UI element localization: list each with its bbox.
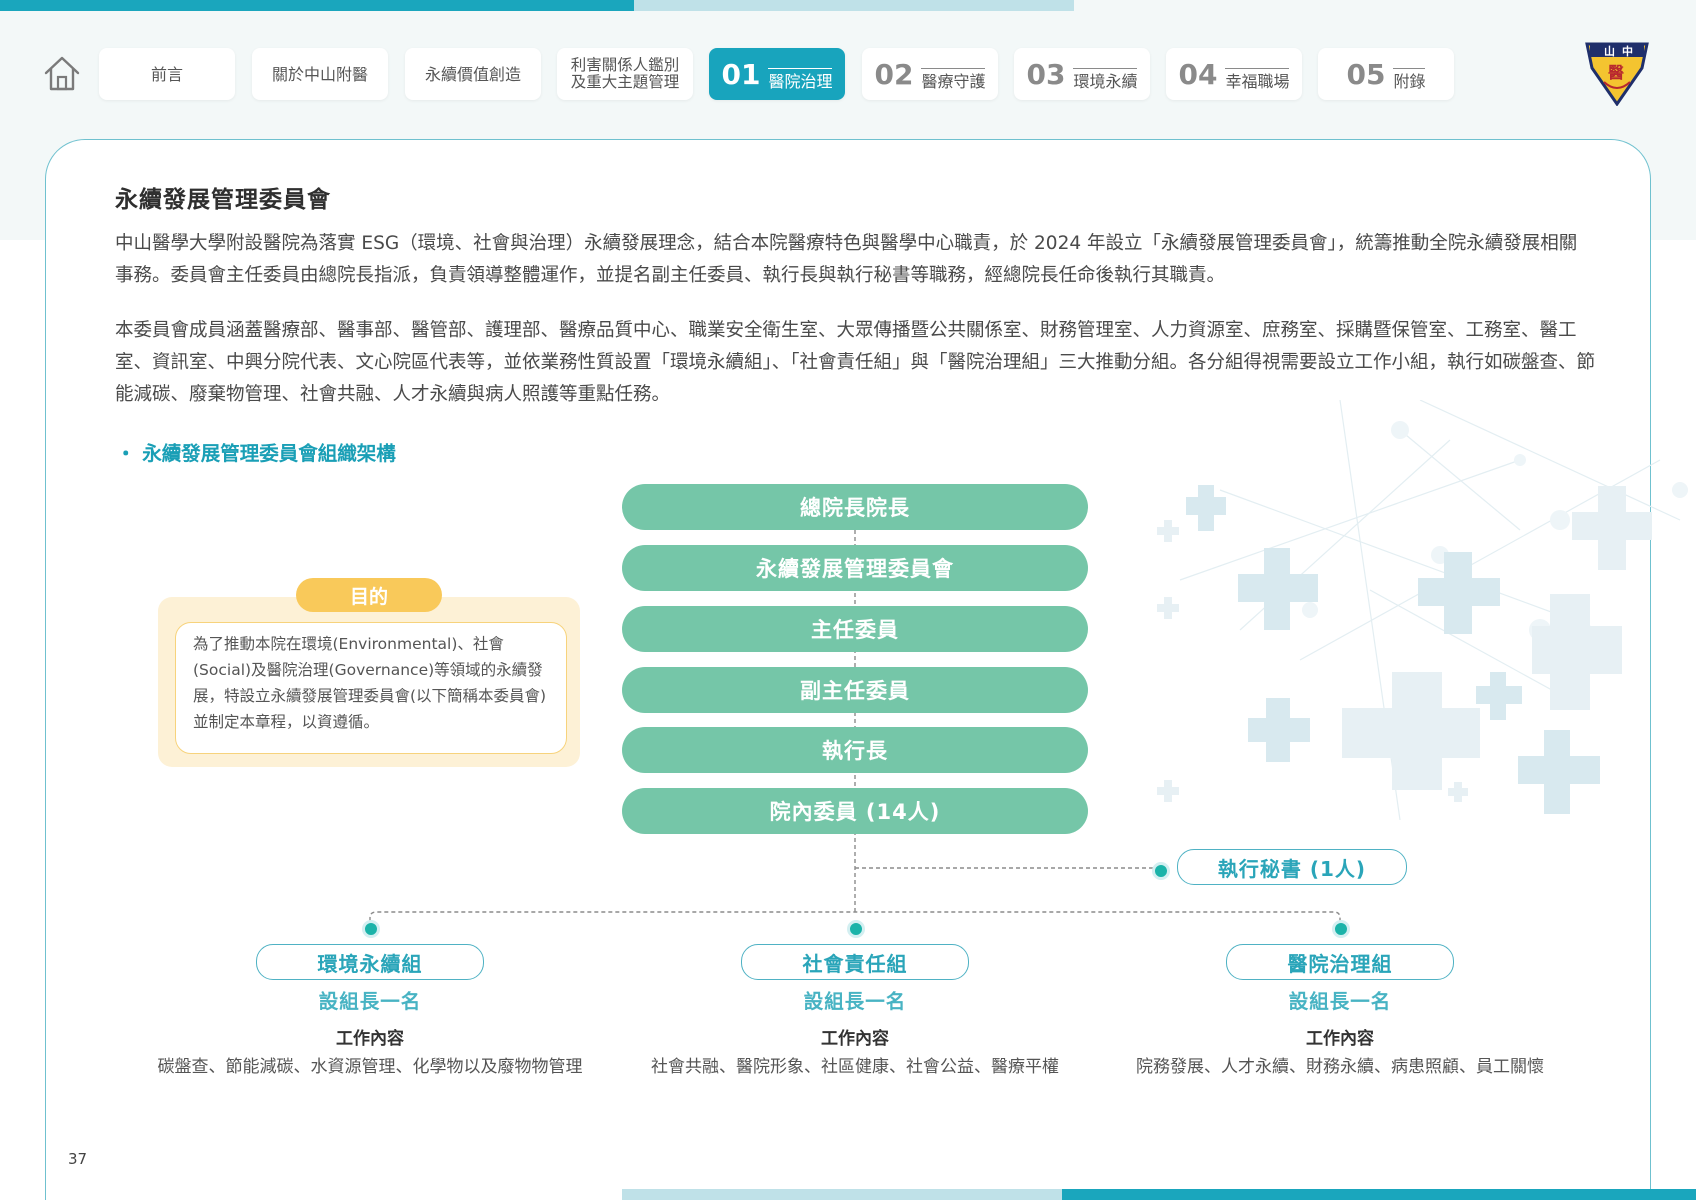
group-leader: 設組長一名 (318, 990, 422, 1013)
connector-dot (1332, 920, 1350, 938)
purpose-text: 為了推動本院在環境(Environmental)、社會(Social)及醫院治理… (193, 635, 547, 731)
connector-dot (362, 920, 380, 938)
work-title: 工作內容 (336, 1029, 404, 1049)
connector-dot (1152, 862, 1170, 880)
level-committee: 永續發展管理委員會 (622, 545, 1088, 591)
work-title: 工作內容 (821, 1029, 889, 1049)
level-chairperson: 主任委員 (622, 606, 1088, 652)
level-members: 院內委員 (14人) (622, 788, 1088, 834)
group-social: 社會責任組 (741, 944, 969, 980)
work-description: 院務發展、人才永續、財務永續、病患照顧、員工關懷 (1136, 1057, 1544, 1077)
level-president: 總院長院長 (622, 484, 1088, 530)
group-leader: 設組長一名 (1288, 990, 1392, 1013)
bottom-accent-bar (1062, 1189, 1696, 1200)
work-title: 工作內容 (1306, 1029, 1374, 1049)
bottom-accent-bar-light (622, 1189, 1062, 1200)
connector-dot (847, 920, 865, 938)
level-ceo: 執行長 (622, 727, 1088, 773)
purpose-tag: 目的 (296, 578, 442, 612)
group-environment: 環境永續組 (256, 944, 484, 980)
work-description: 碳盤查、節能減碳、水資源管理、化學物以及廢物物管理 (157, 1057, 583, 1077)
secretary-pill: 執行秘書 (1人) (1177, 849, 1407, 885)
group-leader: 設組長一名 (803, 990, 907, 1013)
page-number: 37 (68, 1150, 88, 1168)
level-vice-chairperson: 副主任委員 (622, 667, 1088, 713)
group-governance: 醫院治理組 (1226, 944, 1454, 980)
work-description: 社會共融、醫院形象、社區健康、社會公益、醫療平權 (651, 1057, 1059, 1077)
